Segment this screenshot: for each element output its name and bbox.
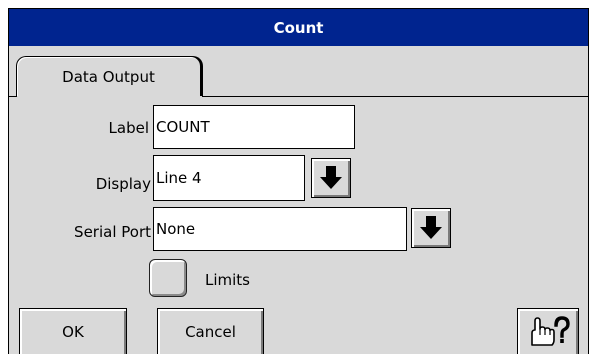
ok-button[interactable]: OK [19, 308, 127, 354]
down-arrow-icon [420, 216, 442, 239]
window-title: Count [9, 9, 588, 46]
display-caption: Display [95, 175, 151, 193]
help-button[interactable] [517, 308, 579, 354]
cancel-button[interactable]: Cancel [157, 308, 264, 354]
limits-checkbox[interactable] [149, 259, 187, 297]
count-dialog: Count Data Output Label COUNT Display Li… [8, 8, 589, 354]
serial-port-select[interactable]: None [153, 207, 407, 251]
label-caption: Label [108, 119, 149, 137]
tab-data-output[interactable]: Data Output [16, 56, 201, 97]
down-arrow-icon [320, 166, 342, 189]
label-input[interactable]: COUNT [153, 105, 355, 149]
serial-port-caption: Serial Port [74, 223, 151, 241]
display-dropdown-button[interactable] [311, 158, 351, 198]
limits-label: Limits [205, 271, 250, 289]
serial-port-dropdown-button[interactable] [411, 208, 451, 248]
tab-strip: Data Output [9, 46, 588, 98]
display-select[interactable]: Line 4 [153, 155, 305, 201]
hand-pointer-help-icon [531, 315, 570, 346]
